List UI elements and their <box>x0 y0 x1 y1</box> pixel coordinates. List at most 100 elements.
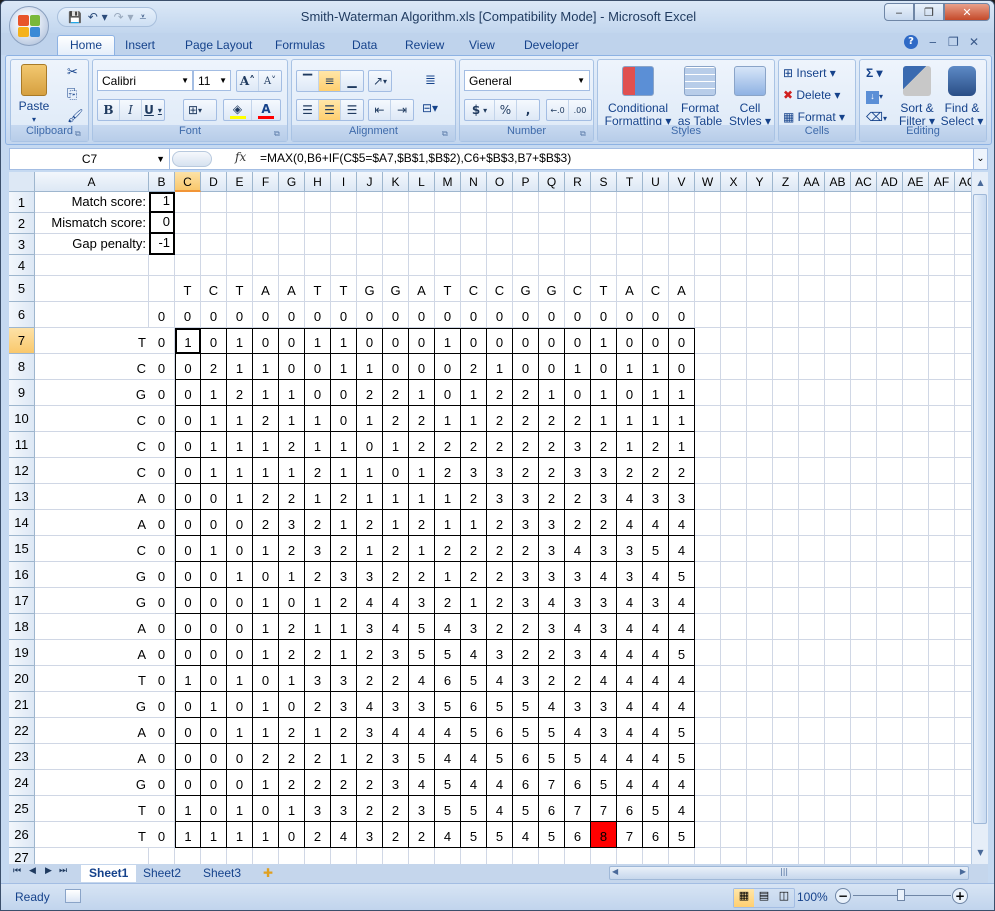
score-cell[interactable]: 0 <box>279 588 305 614</box>
cell-AG10[interactable] <box>955 406 971 432</box>
cell-AE6[interactable] <box>903 302 929 328</box>
cell-H4[interactable] <box>305 255 331 276</box>
cell-Z11[interactable] <box>773 432 799 458</box>
score-cell[interactable]: 3 <box>539 562 565 588</box>
cell-M4[interactable] <box>435 255 461 276</box>
init-row-zero[interactable]: 0 <box>149 302 175 328</box>
cell-X2[interactable] <box>721 213 747 234</box>
vertical-scrollbar[interactable]: ▲ ▼ <box>971 172 988 864</box>
underline-button[interactable]: U ▾ <box>142 100 164 120</box>
cell-AA14[interactable] <box>799 510 825 536</box>
formula-input[interactable]: =MAX(0,B6+IF(C$5=$A7,$B$1,$B$2),C6+$B$3,… <box>260 151 571 165</box>
score-cell[interactable]: 2 <box>487 588 513 614</box>
cell-Y19[interactable] <box>747 640 773 666</box>
score-cell[interactable]: 2 <box>643 458 669 484</box>
cell-X25[interactable] <box>721 796 747 822</box>
cell-AD15[interactable] <box>877 536 903 562</box>
cell-Z6[interactable] <box>773 302 799 328</box>
score-cell[interactable]: 3 <box>487 640 513 666</box>
cell-X1[interactable] <box>721 192 747 213</box>
score-cell[interactable]: 0 <box>227 510 253 536</box>
scroll-left-button[interactable]: ◀ <box>612 867 618 876</box>
score-cell[interactable]: 1 <box>357 354 383 380</box>
cell-W19[interactable] <box>695 640 721 666</box>
cell-W3[interactable] <box>695 234 721 255</box>
cell-AC5[interactable] <box>851 276 877 302</box>
score-cell[interactable]: 6 <box>617 796 643 822</box>
cell-X18[interactable] <box>721 614 747 640</box>
score-cell[interactable]: 4 <box>669 666 695 692</box>
cell-W27[interactable] <box>695 848 721 864</box>
score-cell[interactable]: 3 <box>643 588 669 614</box>
score-cell[interactable]: 3 <box>305 666 331 692</box>
cell-W18[interactable] <box>695 614 721 640</box>
cell-Z5[interactable] <box>773 276 799 302</box>
cell-AA17[interactable] <box>799 588 825 614</box>
score-cell[interactable]: 1 <box>305 432 331 458</box>
score-cell[interactable]: 3 <box>331 796 357 822</box>
score-cell[interactable]: 0 <box>279 354 305 380</box>
cell-O27[interactable] <box>487 848 513 864</box>
score-cell[interactable]: 3 <box>409 796 435 822</box>
init-row-zero[interactable]: 0 <box>487 302 513 328</box>
format-painter-icon[interactable]: 🖌 <box>67 108 84 124</box>
score-cell[interactable]: 1 <box>305 614 331 640</box>
score-cell[interactable]: 0 <box>253 328 279 354</box>
cell-Y24[interactable] <box>747 770 773 796</box>
sequence-left-letter[interactable]: C <box>35 406 149 432</box>
cell-O2[interactable] <box>487 213 513 234</box>
score-cell[interactable]: 1 <box>383 432 409 458</box>
score-cell[interactable]: 3 <box>357 822 383 848</box>
score-cell[interactable]: 2 <box>513 458 539 484</box>
sequence-left-letter[interactable]: A <box>35 744 149 770</box>
cell-D3[interactable] <box>201 234 227 255</box>
score-cell[interactable]: 3 <box>383 744 409 770</box>
column-header-L[interactable]: L <box>409 172 435 192</box>
cell-Y11[interactable] <box>747 432 773 458</box>
score-cell[interactable]: 2 <box>383 796 409 822</box>
score-cell[interactable]: 5 <box>487 822 513 848</box>
sequence-top-letter[interactable]: T <box>227 276 253 302</box>
cell-AE9[interactable] <box>903 380 929 406</box>
score-cell[interactable]: 0 <box>175 614 201 640</box>
cell-AD11[interactable] <box>877 432 903 458</box>
cell-V2[interactable] <box>669 213 695 234</box>
column-header-O[interactable]: O <box>487 172 513 192</box>
score-cell[interactable]: 1 <box>461 406 487 432</box>
cell-AE2[interactable] <box>903 213 929 234</box>
score-cell[interactable]: 1 <box>253 770 279 796</box>
cell-Z17[interactable] <box>773 588 799 614</box>
score-cell[interactable]: 2 <box>383 562 409 588</box>
score-cell[interactable]: 4 <box>617 744 643 770</box>
cell-W20[interactable] <box>695 666 721 692</box>
score-cell[interactable]: 1 <box>305 484 331 510</box>
score-cell[interactable]: 2 <box>279 432 305 458</box>
cell-B4[interactable] <box>149 255 175 276</box>
score-cell[interactable]: 2 <box>253 484 279 510</box>
shrink-font-button[interactable]: A˅ <box>259 71 281 91</box>
cell-AF20[interactable] <box>929 666 955 692</box>
cell-AD23[interactable] <box>877 744 903 770</box>
sequence-top-letter[interactable]: T <box>591 276 617 302</box>
row-header-15[interactable]: 15 <box>9 536 35 562</box>
column-header-X[interactable]: X <box>721 172 747 192</box>
score-cell[interactable]: 2 <box>487 614 513 640</box>
cell-N27[interactable] <box>461 848 487 864</box>
score-cell[interactable]: 3 <box>565 562 591 588</box>
score-cell[interactable]: 0 <box>175 458 201 484</box>
cell-AE26[interactable] <box>903 822 929 848</box>
wrap-text-icon[interactable]: ≣ <box>425 72 436 88</box>
cell-Z19[interactable] <box>773 640 799 666</box>
init-col-zero[interactable]: 0 <box>149 770 175 796</box>
cell-AB16[interactable] <box>825 562 851 588</box>
scroll-down-button[interactable]: ▼ <box>974 848 987 862</box>
cell-AG21[interactable] <box>955 692 971 718</box>
cell-AG19[interactable] <box>955 640 971 666</box>
cell-T2[interactable] <box>617 213 643 234</box>
cell-A5[interactable] <box>35 276 149 302</box>
sequence-top-letter[interactable]: T <box>175 276 201 302</box>
score-cell[interactable]: 2 <box>253 510 279 536</box>
score-cell[interactable]: 7 <box>565 796 591 822</box>
cell-AG25[interactable] <box>955 796 971 822</box>
init-row-zero[interactable]: 0 <box>513 302 539 328</box>
